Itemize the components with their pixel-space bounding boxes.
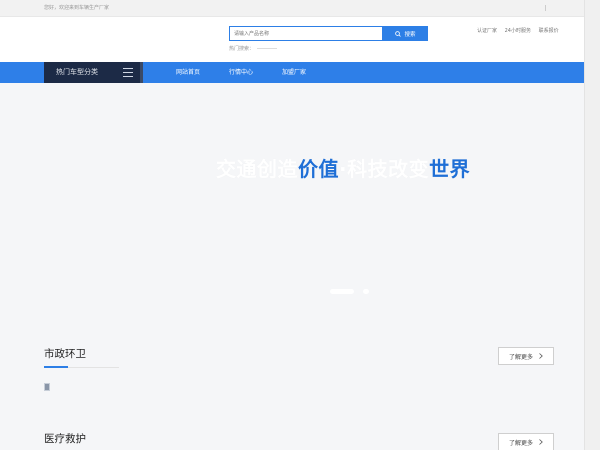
search-icon xyxy=(395,30,402,37)
learn-more-label: 了解更多 xyxy=(508,439,533,447)
nav-home[interactable]: 网站首页 xyxy=(176,62,200,83)
topbar-divider xyxy=(545,5,546,11)
header-links: 认证厂家 24小时服务 联系报价 xyxy=(477,27,565,34)
hot-search-divider xyxy=(257,48,278,49)
chevron-right-icon xyxy=(539,439,543,445)
slogan-part-4: 世界 xyxy=(429,157,471,181)
category-menu-button[interactable]: 热门车型分类 xyxy=(44,62,143,83)
slogan-part-3: ·科技改变 xyxy=(339,157,430,181)
section-title: 市政环卫 xyxy=(44,348,86,360)
top-bar: 您好，欢迎来到车辆生产厂家 xyxy=(0,0,585,17)
section-title: 医疗救护 xyxy=(44,433,86,445)
page: 您好，欢迎来到车辆生产厂家 搜索 热门搜索： 认证厂家 24小时服务 联系报价 … xyxy=(0,0,585,450)
slogan-part-1: 交通创造 xyxy=(216,157,298,181)
header-link-service[interactable]: 24小时服务 xyxy=(505,28,531,34)
hot-search-label: 热门搜索： xyxy=(229,46,255,52)
hero-banner: 交通创造价值·科技改变世界 xyxy=(0,83,585,301)
hero-slogan: 交通创造价值·科技改变世界 xyxy=(216,153,470,182)
section-medical: 医疗救护 了解更多 xyxy=(0,381,585,450)
search-box xyxy=(229,26,384,41)
header-link-certified[interactable]: 认证厂家 xyxy=(477,28,497,34)
carousel-dot[interactable] xyxy=(363,289,369,294)
learn-more-button[interactable]: 了解更多 xyxy=(498,433,554,450)
main-nav: 热门车型分类 网站首页 行情中心 加盟厂家 xyxy=(0,62,585,83)
category-menu-edge xyxy=(140,62,143,83)
header: 搜索 热门搜索： 认证厂家 24小时服务 联系报价 xyxy=(0,17,585,62)
category-menu-label: 热门车型分类 xyxy=(56,68,98,76)
section-title-accent xyxy=(44,366,68,368)
menu-icon xyxy=(123,68,133,80)
welcome-text: 您好，欢迎来到车辆生产厂家 xyxy=(44,5,110,11)
carousel-dot-active[interactable] xyxy=(330,289,354,294)
search-button[interactable]: 搜索 xyxy=(383,26,428,41)
nav-join[interactable]: 加盟厂家 xyxy=(282,62,306,83)
section-title-underline xyxy=(44,366,119,368)
search-input[interactable] xyxy=(230,27,384,40)
page-scrollbar[interactable] xyxy=(584,0,600,450)
header-link-quote[interactable]: 联系报价 xyxy=(539,28,559,34)
section-sanitation: 市政环卫 了解更多 xyxy=(0,301,585,381)
search-button-label: 搜索 xyxy=(404,31,416,38)
learn-more-label: 了解更多 xyxy=(508,353,533,361)
slogan-part-2: 价值 xyxy=(298,157,339,181)
hot-search: 热门搜索： xyxy=(229,45,278,52)
learn-more-button[interactable]: 了解更多 xyxy=(498,347,554,365)
chevron-right-icon xyxy=(539,353,543,359)
nav-market[interactable]: 行情中心 xyxy=(229,62,253,83)
